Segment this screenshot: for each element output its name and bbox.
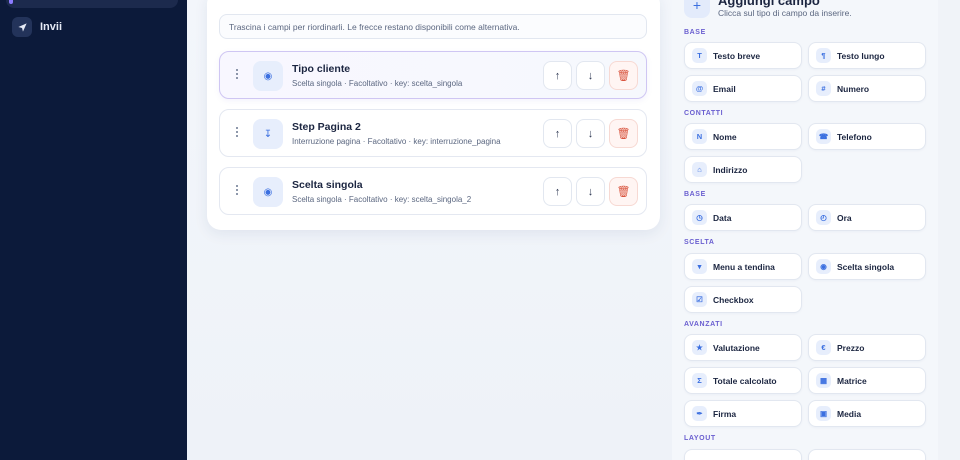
field-list-card: Trascina i campi per riordinarli. Le fre… — [207, 0, 660, 230]
clock-icon: ◴ — [816, 210, 831, 225]
delete-button[interactable]: 🗑 — [609, 177, 638, 206]
active-indicator — [9, 0, 13, 4]
euro-icon: € — [816, 340, 831, 355]
field-type-email[interactable]: @ Email — [684, 75, 802, 102]
field-title: Step Pagina 2 — [292, 121, 361, 133]
field-type-matrice[interactable]: ▦ Matrice — [808, 367, 926, 394]
field-type-media[interactable]: ▣ Media — [808, 400, 926, 427]
field-row[interactable]: ↧ Step Pagina 2 Interruzione pagina · Fa… — [219, 109, 647, 157]
move-down-button[interactable]: ↓ — [576, 177, 605, 206]
field-row[interactable]: ◉ Scelta singola Scelta singola · Facolt… — [219, 167, 647, 215]
send-icon — [12, 17, 32, 37]
section-label: AVANZATI — [684, 321, 723, 328]
page-break-icon: ↧ — [253, 119, 283, 149]
home-icon: ⌂ — [692, 162, 707, 177]
section-label: CONTATTI — [684, 110, 724, 117]
field-type-scelta-singola[interactable]: ◉ Scelta singola — [808, 253, 926, 280]
field-title: Tipo cliente — [292, 63, 351, 75]
panel-scroll-area — [938, 0, 960, 460]
field-type-indirizzo[interactable]: ⌂ Indirizzo — [684, 156, 802, 183]
drag-handle-icon[interactable] — [235, 127, 239, 137]
move-up-button[interactable]: ↑ — [543, 177, 572, 206]
field-meta: Scelta singola · Facoltativo · key: scel… — [292, 195, 472, 204]
radio-icon: ◉ — [253, 177, 283, 207]
signature-icon: ✒ — [692, 406, 707, 421]
radio-icon: ◉ — [253, 61, 283, 91]
panel-subtitle: Clicca sul tipo di campo da inserire. — [718, 8, 852, 18]
field-type-nome[interactable]: N Nome — [684, 123, 802, 150]
reorder-hint: Trascina i campi per riordinarli. Le fre… — [219, 14, 647, 39]
field-type-numero[interactable]: # Numero — [808, 75, 926, 102]
radio-icon: ◉ — [816, 259, 831, 274]
calendar-icon: ◷ — [692, 210, 707, 225]
field-type-testo-breve[interactable]: T Testo breve — [684, 42, 802, 69]
move-up-button[interactable]: ↑ — [543, 61, 572, 90]
field-type-checkbox[interactable]: ☑ Checkbox — [684, 286, 802, 313]
media-icon: ▣ — [816, 406, 831, 421]
section-label: LAYOUT — [684, 435, 716, 442]
field-meta: Interruzione pagina · Facoltativo · key:… — [292, 137, 501, 146]
field-type-firma[interactable]: ✒ Firma — [684, 400, 802, 427]
paragraph-icon: ¶ — [816, 48, 831, 63]
move-down-button[interactable]: ↓ — [576, 61, 605, 90]
field-type-totale-calcolato[interactable]: Σ Totale calcolato — [684, 367, 802, 394]
sidebar-item-invii[interactable]: Invii — [12, 16, 62, 38]
field-type-ora[interactable]: ◴ Ora — [808, 204, 926, 231]
text-icon: T — [692, 48, 707, 63]
field-type-partial[interactable] — [684, 449, 802, 460]
phone-icon: ☎ — [816, 129, 831, 144]
delete-button[interactable]: 🗑 — [609, 119, 638, 148]
field-meta: Scelta singola · Facoltativo · key: scel… — [292, 79, 463, 88]
sidebar-active-item[interactable] — [6, 0, 178, 8]
field-type-testo-lungo[interactable]: ¶ Testo lungo — [808, 42, 926, 69]
field-type-prezzo[interactable]: € Prezzo — [808, 334, 926, 361]
main-area: Trascina i campi per riordinarli. Le fre… — [187, 0, 672, 460]
sum-icon: Σ — [692, 373, 707, 388]
sidebar: Invii — [0, 0, 187, 460]
drag-handle-icon[interactable] — [235, 69, 239, 79]
drag-handle-icon[interactable] — [235, 185, 239, 195]
field-type-partial[interactable] — [808, 449, 926, 460]
panel-title: Aggiungi campo — [718, 0, 820, 8]
delete-button[interactable]: 🗑 — [609, 61, 638, 90]
name-icon: N — [692, 129, 707, 144]
field-type-valutazione[interactable]: ★ Valutazione — [684, 334, 802, 361]
move-down-button[interactable]: ↓ — [576, 119, 605, 148]
section-label: SCELTA — [684, 239, 715, 246]
field-row[interactable]: ◉ Tipo cliente Scelta singola · Facoltat… — [219, 51, 647, 99]
plus-icon: + — [684, 0, 710, 18]
number-icon: # — [816, 81, 831, 96]
dropdown-icon: ▾ — [692, 259, 707, 274]
field-type-data[interactable]: ◷ Data — [684, 204, 802, 231]
sidebar-item-label: Invii — [40, 21, 63, 33]
move-up-button[interactable]: ↑ — [543, 119, 572, 148]
field-title: Scelta singola — [292, 179, 363, 191]
grid-icon: ▦ — [816, 373, 831, 388]
section-label: BASE — [684, 191, 706, 198]
field-type-menu-a-tendina[interactable]: ▾ Menu a tendina — [684, 253, 802, 280]
add-field-panel: + Aggiungi campo Clicca sul tipo di camp… — [672, 0, 938, 460]
star-icon: ★ — [692, 340, 707, 355]
section-label: BASE — [684, 29, 706, 36]
email-icon: @ — [692, 81, 707, 96]
checkbox-icon: ☑ — [692, 292, 707, 307]
field-type-telefono[interactable]: ☎ Telefono — [808, 123, 926, 150]
